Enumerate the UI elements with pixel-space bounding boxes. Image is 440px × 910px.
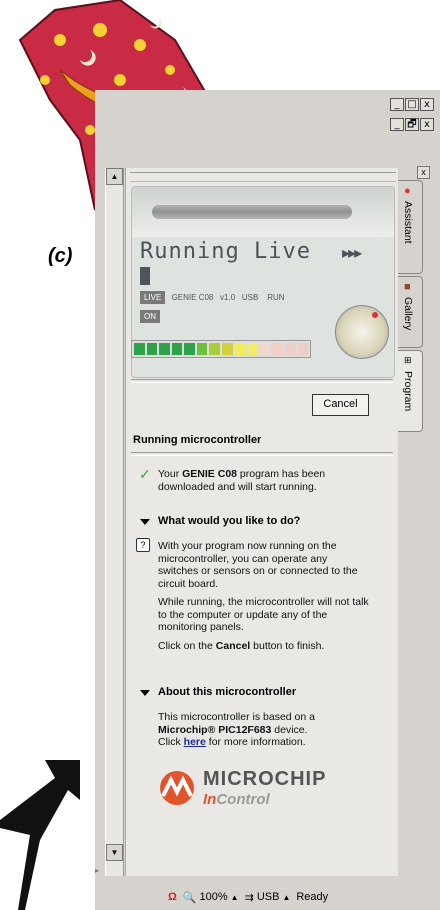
status-text: Ready	[296, 891, 329, 903]
knob-indicator	[372, 312, 378, 318]
close-button[interactable]: x	[420, 98, 434, 111]
play-arrows-icon: ▸▸▸	[342, 245, 362, 262]
scroll-down-arrow-icon[interactable]: ▼	[106, 844, 123, 861]
pointer-arrow-image	[0, 760, 80, 910]
usb-icon: ⇉	[244, 891, 254, 904]
lcd-cable-banner	[132, 187, 394, 237]
lcd-cursor	[140, 267, 150, 285]
cancel-button[interactable]: Cancel	[312, 394, 369, 416]
tab-program[interactable]: ⊞ Program	[398, 350, 423, 432]
meter-segment	[259, 343, 271, 355]
tab-assistant[interactable]: ● Assistant	[398, 180, 423, 274]
live-tag: LIVE	[140, 291, 166, 304]
on-tag: ON	[140, 310, 160, 323]
divider	[131, 379, 393, 383]
meter-segment	[284, 343, 296, 355]
status-bar: Ω 🔍 100% ▲ ⇉ USB ▲ Ready	[168, 887, 438, 907]
meter-segment	[247, 343, 258, 355]
download-message: Your GENIE C08 program has been download…	[158, 468, 326, 493]
zoom-control[interactable]: 🔍 100% ▲	[183, 891, 239, 904]
collapse-triangle-icon[interactable]	[140, 519, 150, 525]
lcd-status-row: LIVE GENIE C08 v1.0 USB RUN ON	[140, 291, 285, 323]
meter-segment	[234, 343, 246, 355]
about-title[interactable]: About this microcontroller	[158, 686, 296, 698]
checkmark-icon: ✓	[139, 466, 151, 482]
device-name: GENIE C08	[171, 293, 214, 302]
vertical-scrollbar[interactable]: ▲ ▼	[105, 168, 124, 876]
what-text: With your program now running on the mic…	[158, 540, 370, 658]
magnifier-icon: 🔍	[182, 891, 197, 904]
control-knob[interactable]	[335, 305, 389, 359]
meter-segment	[222, 343, 233, 355]
scroll-right-arrow-icon[interactable]: ▸	[95, 866, 105, 880]
divider	[131, 452, 393, 456]
section-title: Running microcontroller	[133, 434, 262, 446]
minimize-button[interactable]: _	[390, 98, 404, 111]
lcd-title: Running Live	[140, 239, 311, 264]
document-controls: _ 🗗 x	[390, 118, 434, 131]
meter-segment	[171, 343, 183, 355]
what-paragraph-1: With your program now running on the mic…	[158, 540, 358, 590]
meter-segment	[134, 343, 145, 355]
meter-segment	[196, 343, 208, 355]
brand-subtitle: InControl	[203, 791, 270, 808]
doc-close-button[interactable]: x	[420, 118, 434, 131]
side-tabs: ● Assistant ■ Gallery ⊞ Program	[398, 180, 426, 434]
what-title[interactable]: What would you like to do?	[158, 515, 300, 527]
zoom-up-icon[interactable]: ▲	[231, 893, 239, 902]
window-controls: _ □ x	[390, 98, 434, 111]
cable-graphic	[152, 205, 352, 219]
folder-icon: ■	[404, 281, 411, 293]
microchip-logo: MICROCHIP InControl	[157, 768, 326, 808]
network-icon: ⊞	[404, 355, 412, 365]
what-paragraph-2: While running, the microcontroller will …	[158, 596, 369, 633]
doc-restore-button[interactable]: 🗗	[405, 118, 419, 131]
meter-segment	[159, 343, 170, 355]
more-info-link[interactable]: here	[184, 736, 206, 748]
device-connection: USB	[241, 293, 259, 302]
tomato-icon: ●	[404, 185, 411, 197]
tab-gallery[interactable]: ■ Gallery	[398, 276, 423, 348]
meter-segment	[209, 343, 221, 355]
status-alert-icon[interactable]: Ω	[168, 891, 177, 903]
meter-segment	[272, 343, 283, 355]
microchip-logo-icon	[160, 771, 194, 805]
meter-segment	[146, 343, 158, 355]
brand-name: MICROCHIP	[203, 768, 327, 790]
figure-label: (c)	[48, 245, 73, 267]
scroll-up-arrow-icon[interactable]: ▲	[106, 168, 123, 185]
device-state: RUN	[267, 293, 285, 302]
about-text: This microcontroller is based on a Micro…	[158, 711, 315, 748]
meter-segment	[297, 343, 309, 355]
help-question-icon: ?	[136, 538, 150, 552]
collapse-triangle-icon[interactable]	[140, 690, 150, 696]
connection-up-icon[interactable]: ▲	[282, 893, 290, 902]
panel-grip[interactable]	[130, 172, 396, 182]
panel-close-icon[interactable]: x	[417, 166, 430, 179]
level-meter	[131, 340, 311, 358]
connection-control[interactable]: ⇉ USB ▲	[245, 891, 291, 904]
maximize-button[interactable]: □	[405, 98, 419, 111]
what-paragraph-3: Click on the Cancel button to finish.	[158, 639, 325, 652]
doc-minimize-button[interactable]: _	[390, 118, 404, 131]
device-version: v1.0	[220, 293, 236, 302]
meter-segment	[184, 343, 195, 355]
